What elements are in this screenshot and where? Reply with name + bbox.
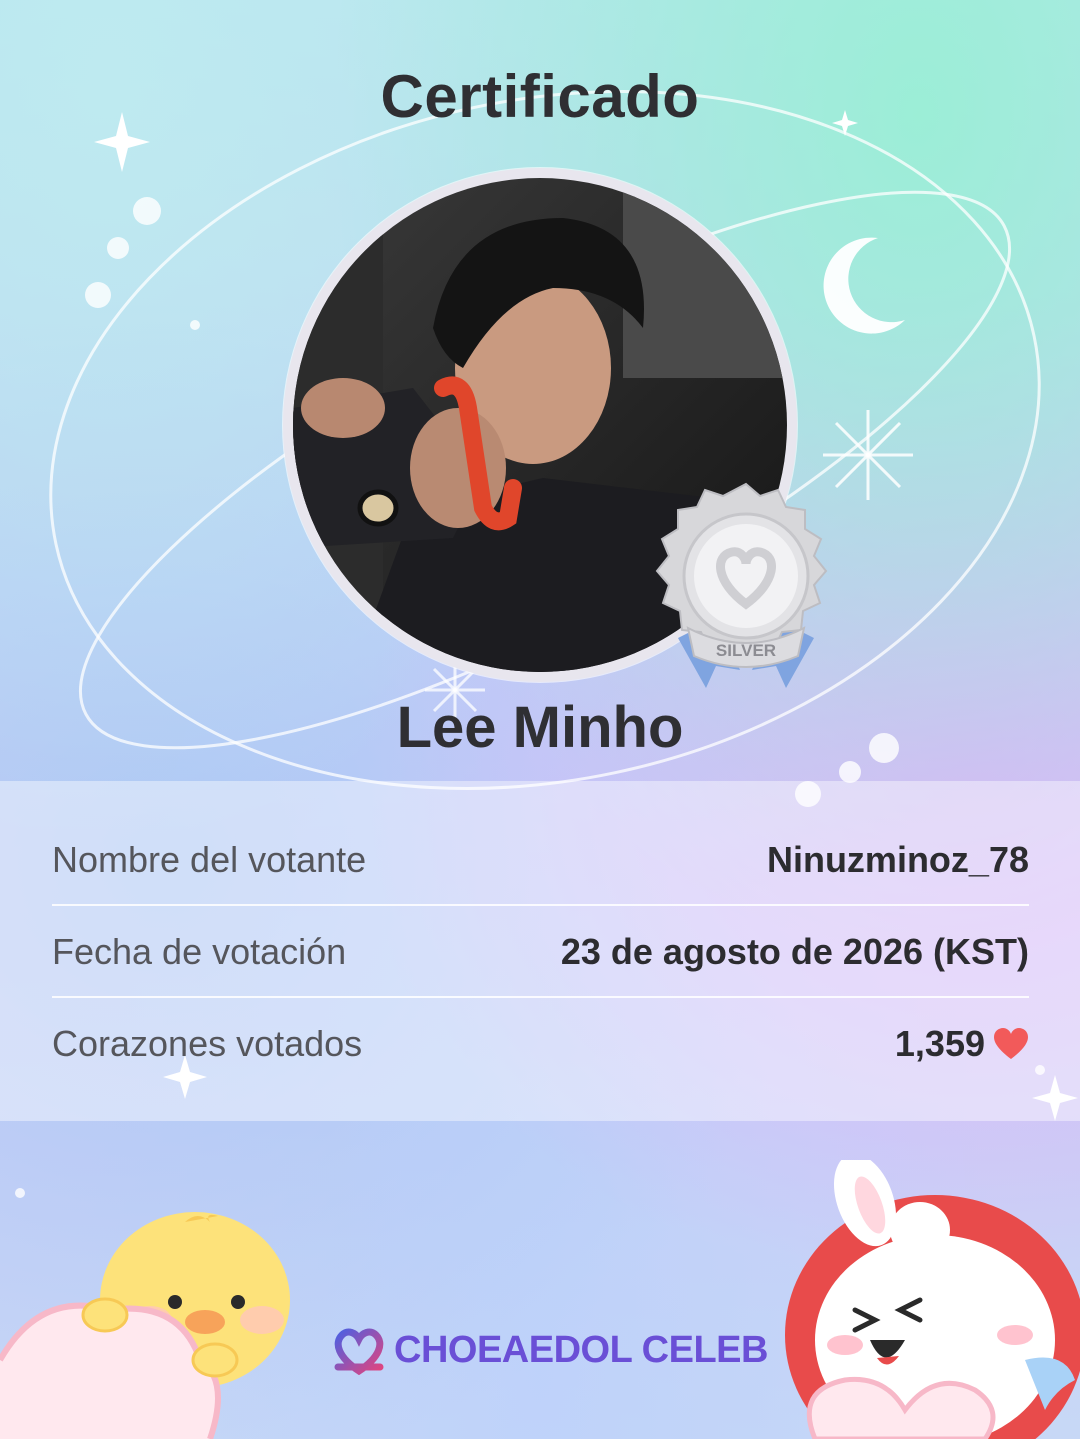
divider xyxy=(52,996,1029,998)
hearts-voted-label: Corazones votados xyxy=(52,1023,363,1064)
brand-logo: CHOEAEDOL CELEB xyxy=(330,1322,768,1378)
voter-name-value: Ninuzminoz_78 xyxy=(766,839,1029,880)
moon-icon xyxy=(823,237,905,334)
double-heart-logo-icon xyxy=(334,1328,384,1375)
celebrity-name: Lee Minho xyxy=(396,695,684,760)
divider xyxy=(52,904,1029,906)
brand-name: CHOEAEDOL CELEB xyxy=(394,1328,768,1371)
info-row-hearts: Corazones votados 1,359 xyxy=(52,999,1029,1089)
vote-date-value: 23 de agosto de 2026 (KST) xyxy=(560,931,1029,972)
chick-mascot-icon xyxy=(0,1212,290,1439)
hearts-voted-value-group: 1,359 xyxy=(895,1023,1029,1065)
certificate-page: Certificado SILVER Lee Minho Nombre del … xyxy=(0,0,1080,1439)
info-row-date: Fecha de votación 23 de agosto de 2026 (… xyxy=(52,907,1029,997)
bunny-mascot-icon xyxy=(785,1160,1080,1439)
certificate-title: Certificado xyxy=(380,63,700,130)
vote-date-label: Fecha de votación xyxy=(52,931,347,972)
info-row-voter: Nombre del votante Ninuzminoz_78 xyxy=(52,815,1029,905)
badge-label: SILVER xyxy=(716,641,776,660)
silver-badge: SILVER xyxy=(648,478,844,698)
vote-info-panel: Nombre del votante Ninuzminoz_78 Fecha d… xyxy=(0,781,1080,1121)
hearts-voted-value: 1,359 xyxy=(894,1023,985,1064)
voter-name-label: Nombre del votante xyxy=(52,839,367,880)
heart-icon xyxy=(994,1028,1028,1059)
